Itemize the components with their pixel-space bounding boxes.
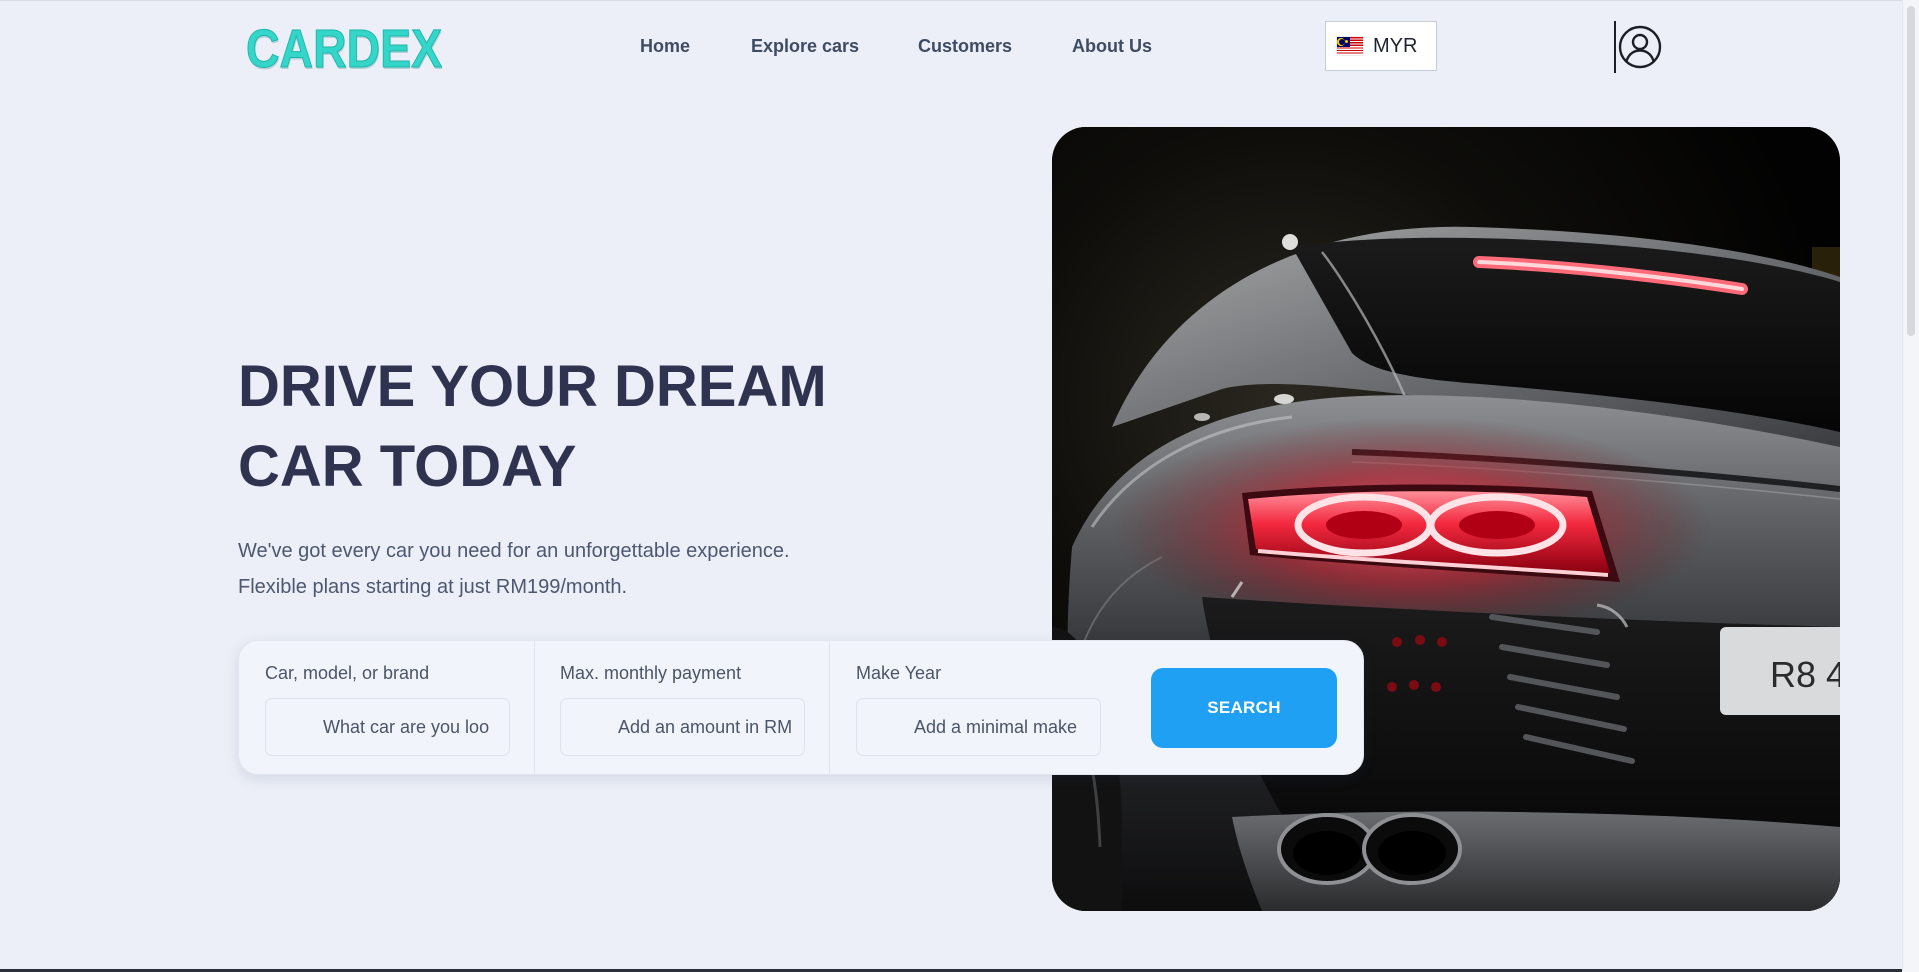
- hero-subtext-line-1: We've got every car you need for an unfo…: [238, 540, 790, 562]
- make-year-label: Make Year: [856, 663, 942, 683]
- malaysia-flag-icon: [1337, 37, 1363, 55]
- license-plate-text: R8 4: [1770, 654, 1840, 695]
- nav-link-customers[interactable]: Customers: [918, 35, 1012, 57]
- hero-subtext-line-2: Flexible plans starting at just RM199/mo…: [238, 576, 628, 598]
- page-scrollbar[interactable]: [1902, 0, 1919, 972]
- search-field-payment: Max. monthly payment: [534, 641, 830, 774]
- scrollbar-thumb[interactable]: [1907, 6, 1915, 336]
- car-model-brand-label: Car, model, or brand: [265, 663, 430, 683]
- max-monthly-payment-label: Max. monthly payment: [560, 663, 742, 683]
- brand-logo[interactable]: CARDEX: [246, 19, 443, 80]
- hero-headline-line-1: DRIVE YOUR DREAM: [238, 354, 827, 419]
- page: CARDEX Home Explore cars Customers About…: [0, 0, 1902, 969]
- header-divider: [1614, 21, 1616, 73]
- search-field-car: Car, model, or brand: [239, 641, 535, 774]
- hero-car-image: R8 4: [1052, 127, 1840, 911]
- search-field-year: Make Year: [830, 641, 1126, 774]
- make-year-input[interactable]: [856, 698, 1101, 756]
- currency-code: MYR: [1373, 35, 1418, 57]
- search-button[interactable]: SEARCH: [1151, 668, 1337, 748]
- nav-link-about-us[interactable]: About Us: [1072, 35, 1152, 57]
- nav-link-explore-cars[interactable]: Explore cars: [751, 35, 859, 57]
- hero-headline-line-2: CAR TODAY: [238, 434, 577, 499]
- user-circle-icon[interactable]: [1618, 25, 1662, 69]
- car-model-brand-input[interactable]: [265, 698, 510, 756]
- hero-headline: DRIVE YOUR DREAM CAR TODAY: [238, 347, 827, 507]
- currency-selector[interactable]: MYR: [1325, 21, 1437, 71]
- nav-link-home[interactable]: Home: [640, 35, 690, 57]
- car-search-bar: Car, model, or brand Max. monthly paymen…: [238, 640, 1364, 775]
- hero-subtext: We've got every car you need for an unfo…: [238, 533, 790, 605]
- max-monthly-payment-input[interactable]: [560, 698, 805, 756]
